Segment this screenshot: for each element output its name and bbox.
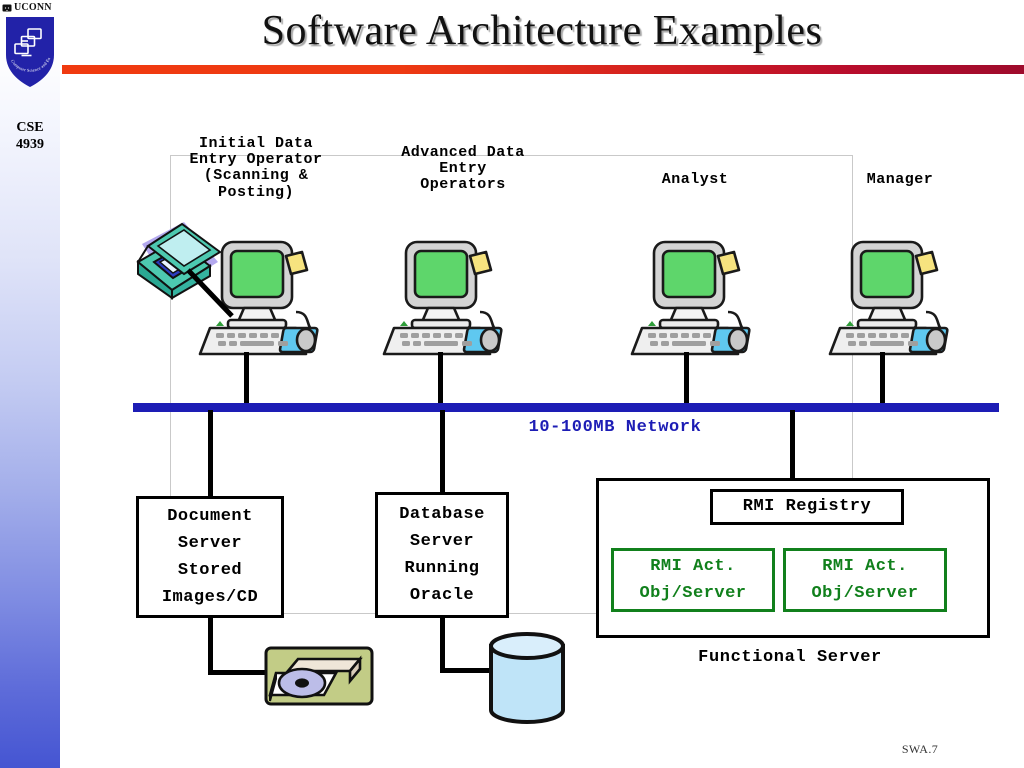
rmi-obj-2-line-1: RMI Act. bbox=[822, 556, 908, 576]
wire-bus-to-document-server bbox=[208, 410, 213, 496]
functional-server-caption: Functional Server bbox=[698, 648, 882, 667]
slide-title: Software Architecture Examples bbox=[261, 8, 823, 54]
role-label-initial-data-entry-operator: Initial Data Entry Operator (Scanning & … bbox=[189, 135, 323, 201]
rmi-obj-1-line-2: Obj/Server bbox=[639, 584, 747, 603]
network-bus-label: 10-100MB Network bbox=[528, 418, 702, 437]
document-server-line-1: Document bbox=[167, 506, 253, 526]
desktop-computer-icon bbox=[382, 240, 503, 356]
rmi-registry-box: RMI Registry bbox=[710, 489, 904, 525]
scanner-to-workstation-link bbox=[186, 268, 238, 320]
rmi-act-obj-server-box-1: RMI Act. Obj/Server bbox=[611, 548, 775, 612]
role-label-manager: Manager bbox=[866, 171, 934, 188]
course-code-line1: CSE bbox=[16, 120, 44, 135]
title-accent-rule bbox=[62, 65, 1024, 74]
role-label-advanced-data-entry-operators: Advanced Data Entry Operators bbox=[401, 144, 525, 194]
database-server-line-1: Database bbox=[399, 504, 485, 524]
rmi-registry-label: RMI Registry bbox=[742, 497, 872, 517]
slide-canvas: UCONN Computer Science and Engineering C… bbox=[0, 0, 1024, 768]
database-cylinder-icon bbox=[489, 632, 565, 724]
database-server-line-4: Oracle bbox=[409, 586, 475, 606]
desktop-computer-icon bbox=[828, 240, 949, 356]
wire-workstation-2-to-bus bbox=[438, 352, 443, 408]
rmi-act-obj-server-box-2: RMI Act. Obj/Server bbox=[783, 548, 947, 612]
wire-cd-horizontal bbox=[208, 670, 270, 675]
slide-footer-code: SWA.7 bbox=[901, 742, 939, 756]
rmi-obj-2-line-2: Obj/Server bbox=[811, 584, 919, 603]
wire-database-server-to-cylinder bbox=[440, 616, 445, 672]
uconn-husky-icon bbox=[2, 4, 12, 12]
uconn-wordmark: UCONN bbox=[2, 2, 60, 14]
wire-workstation-3-to-bus bbox=[684, 352, 689, 408]
database-server-box: Database Server Running Oracle bbox=[375, 492, 509, 618]
uconn-cse-shield-icon: Computer Science and Engineering bbox=[5, 16, 54, 87]
wire-workstation-4-to-bus bbox=[880, 352, 885, 408]
database-server-line-2: Server bbox=[409, 531, 475, 551]
document-server-line-4: Images/CD bbox=[161, 588, 259, 608]
role-label-analyst: Analyst bbox=[661, 171, 729, 188]
document-server-box: Document Server Stored Images/CD bbox=[136, 496, 284, 618]
document-server-line-3: Stored bbox=[177, 561, 243, 580]
wire-workstation-1-to-bus bbox=[244, 352, 249, 408]
wire-document-server-to-cd bbox=[208, 616, 213, 674]
network-bus bbox=[133, 403, 999, 412]
wire-bus-to-database-server bbox=[440, 410, 445, 496]
slide-sidebar: UCONN Computer Science and Engineering C… bbox=[0, 0, 60, 768]
desktop-computer-icon bbox=[630, 240, 751, 356]
cd-drive-icon bbox=[264, 646, 374, 706]
document-server-line-2: Server bbox=[177, 533, 243, 553]
wire-bus-to-functional-server bbox=[790, 410, 795, 480]
uconn-wordmark-text: UCONN bbox=[14, 2, 52, 13]
rmi-obj-1-line-1: RMI Act. bbox=[650, 556, 736, 576]
database-server-line-3: Running bbox=[404, 559, 480, 578]
course-code-line2: 4939 bbox=[16, 137, 44, 152]
